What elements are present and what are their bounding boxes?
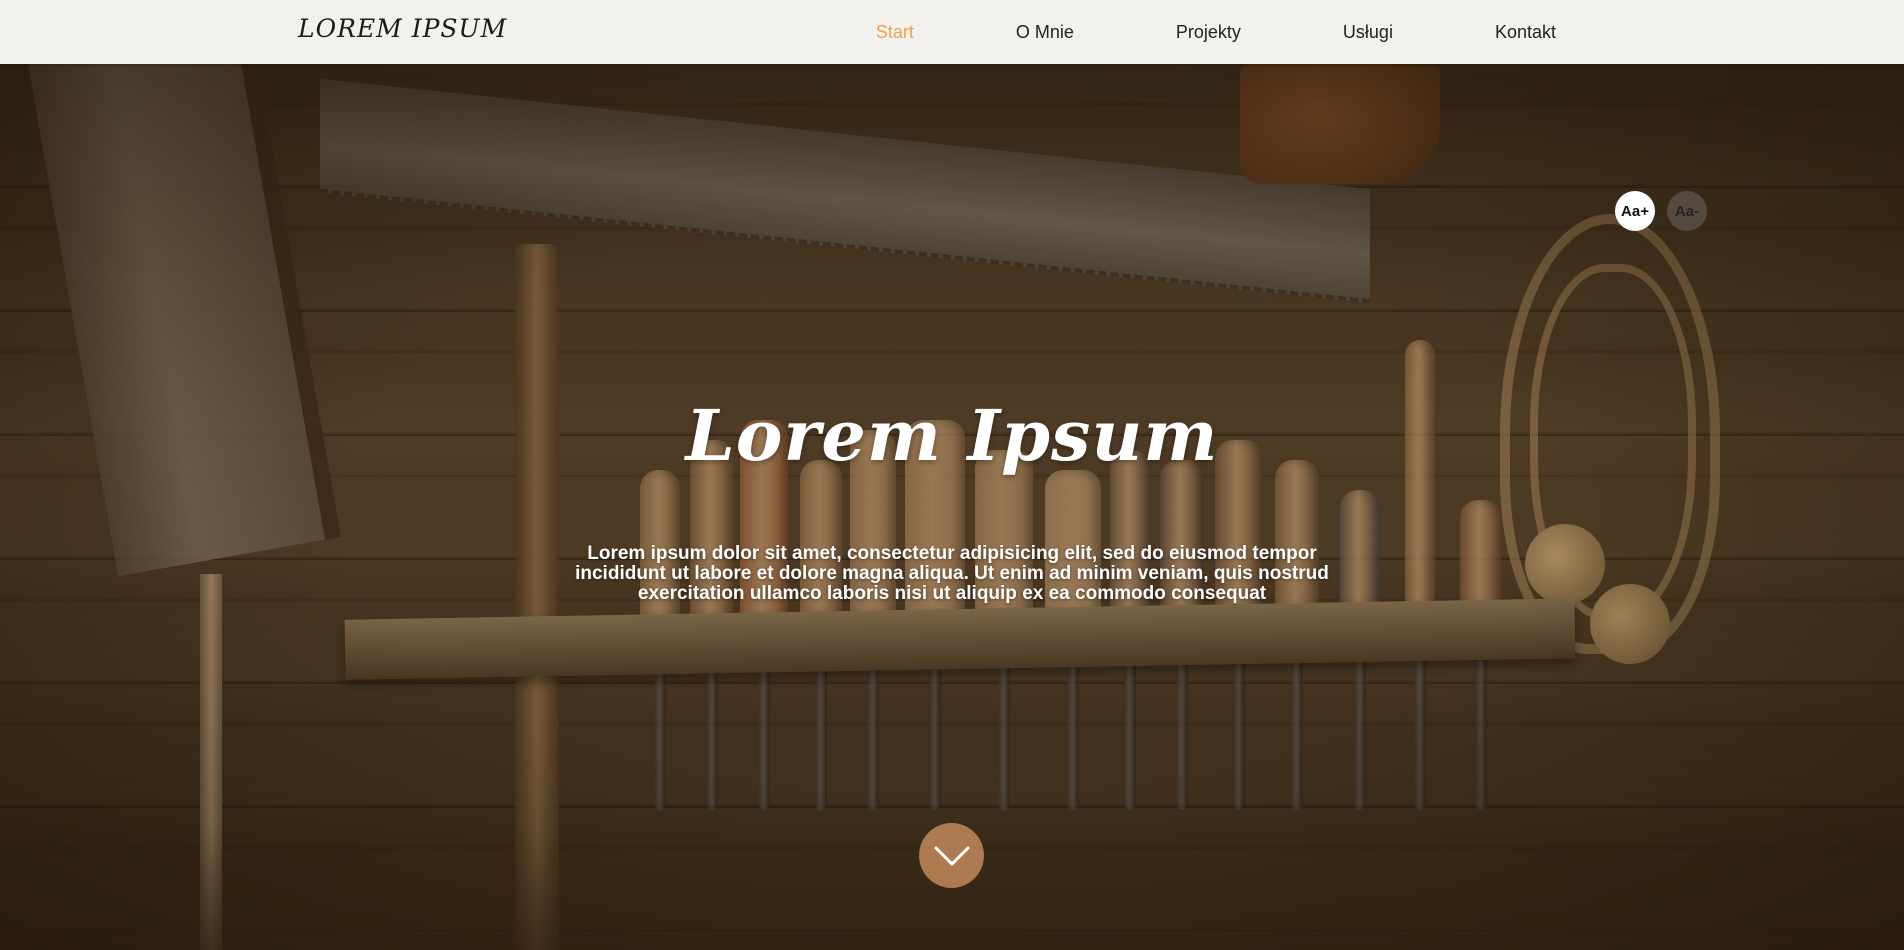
site-logo[interactable]: LOREM IPSUM (298, 14, 507, 43)
chevron-down-icon (934, 846, 969, 865)
nav-item-start[interactable]: Start (876, 22, 914, 43)
increase-font-button[interactable]: Aa+ (1615, 191, 1655, 231)
nav-item-kontakt[interactable]: Kontakt (1495, 22, 1556, 43)
nav-item-o-mnie[interactable]: O Mnie (1016, 22, 1074, 43)
hero-title: Lorem Ipsum (685, 394, 1219, 477)
scroll-down-button[interactable] (919, 823, 984, 888)
hero-overlay (0, 64, 1904, 950)
page: LOREM IPSUM Start O Mnie Projekty Usługi… (0, 0, 1904, 950)
main-nav: Start O Mnie Projekty Usługi Kontakt (876, 0, 1556, 64)
decrease-font-button[interactable]: Aa- (1667, 191, 1707, 231)
top-navbar: LOREM IPSUM Start O Mnie Projekty Usługi… (0, 0, 1904, 64)
hero-section: Lorem Ipsum Lorem ipsum dolor sit amet, … (0, 64, 1904, 950)
nav-item-projekty[interactable]: Projekty (1176, 22, 1241, 43)
hero-description: Lorem ipsum dolor sit amet, consectetur … (575, 543, 1329, 604)
nav-item-uslugi[interactable]: Usługi (1343, 22, 1393, 43)
